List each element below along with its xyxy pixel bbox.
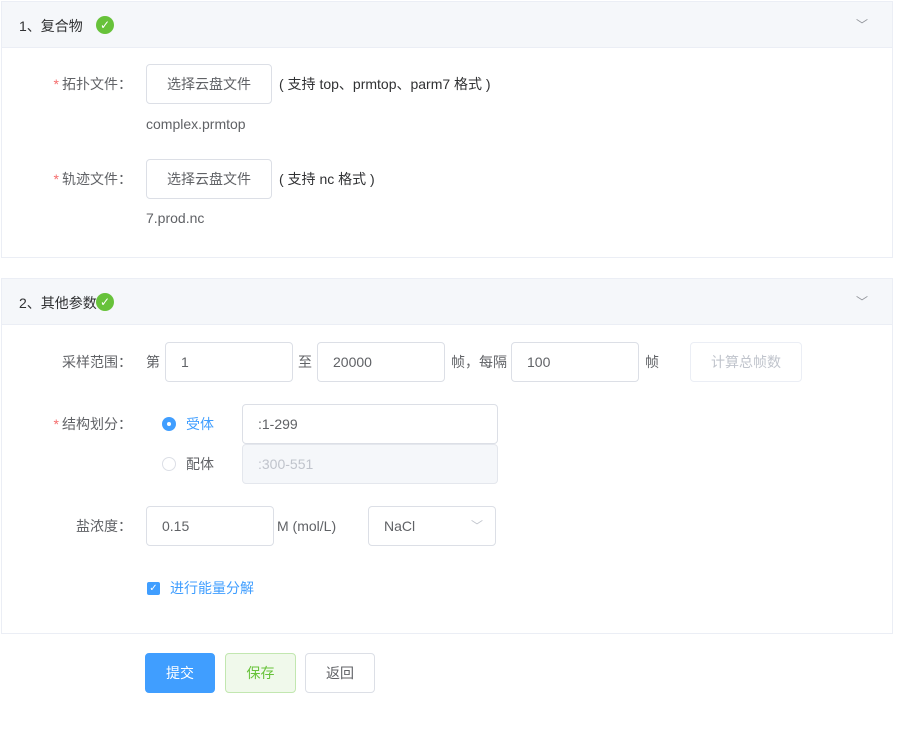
to-prefix: 至 <box>298 354 312 370</box>
decomposition-label[interactable]: 进行能量分解 <box>170 578 254 598</box>
sampling-label: 采样范围： <box>62 354 132 370</box>
back-button[interactable]: 返回 <box>305 653 375 693</box>
calc-frames-button[interactable]: 计算总帧数 <box>690 342 802 382</box>
decomposition-checkbox[interactable]: ✓ <box>147 582 160 595</box>
salt-label: 盐浓度： <box>76 518 132 534</box>
salt-type-select[interactable]: NaCl ﹀ <box>368 506 496 546</box>
step-suffix: 帧 <box>645 354 659 370</box>
step-input[interactable]: 100 <box>511 342 639 382</box>
receptor-label: 受体 <box>186 416 214 432</box>
check-circle-icon: ✓ <box>96 293 114 311</box>
from-prefix: 第 <box>146 354 160 370</box>
check-circle-icon: ✓ <box>96 16 114 34</box>
step-prefix: 帧，每隔 <box>451 354 507 370</box>
select-trajectory-button[interactable]: 选择云盘文件 <box>146 159 272 199</box>
salt-type-value: NaCl <box>384 518 416 534</box>
topology-file: complex.prmtop <box>146 116 246 132</box>
ligand-input[interactable]: :300-551 <box>242 444 498 484</box>
salt-concentration-input[interactable]: 0.15 <box>146 506 274 546</box>
receptor-input[interactable]: :1-299 <box>242 404 498 444</box>
trajectory-file: 7.prod.nc <box>146 210 205 226</box>
ligand-radio[interactable] <box>162 457 176 471</box>
section-complex: 1、复合物 ✓ ﹀ <box>1 1 893 258</box>
trajectory-hint: ( 支持 nc 格式 ) <box>279 171 375 187</box>
end-frame-input[interactable]: 20000 <box>317 342 445 382</box>
start-frame-input[interactable]: 1 <box>165 342 293 382</box>
topology-label: * 拓扑文件： <box>53 76 132 92</box>
chevron-down-icon: ﹀ <box>470 519 483 533</box>
chevron-down-icon[interactable]: ﹀ <box>856 293 868 310</box>
select-topology-button[interactable]: 选择云盘文件 <box>146 64 272 104</box>
salt-unit: M (mol/L) <box>277 518 337 534</box>
structure-label: * 结构划分： <box>53 416 132 432</box>
ligand-label: 配体 <box>186 456 214 472</box>
topology-hint: ( 支持 top、prmtop、parm7 格式 ) <box>279 76 491 92</box>
chevron-down-icon[interactable]: ﹀ <box>856 16 868 33</box>
submit-button[interactable]: 提交 <box>145 653 215 693</box>
section-header[interactable]: 1、复合物 ✓ ﹀ <box>2 2 892 48</box>
receptor-radio[interactable] <box>162 417 176 431</box>
trajectory-label: * 轨迹文件： <box>53 171 132 187</box>
section-title: 1、复合物 <box>19 18 83 34</box>
section-header[interactable]: 2、其他参数 ✓ ﹀ <box>2 279 892 325</box>
section-title: 2、其他参数 <box>19 295 97 311</box>
save-button[interactable]: 保存 <box>225 653 296 693</box>
